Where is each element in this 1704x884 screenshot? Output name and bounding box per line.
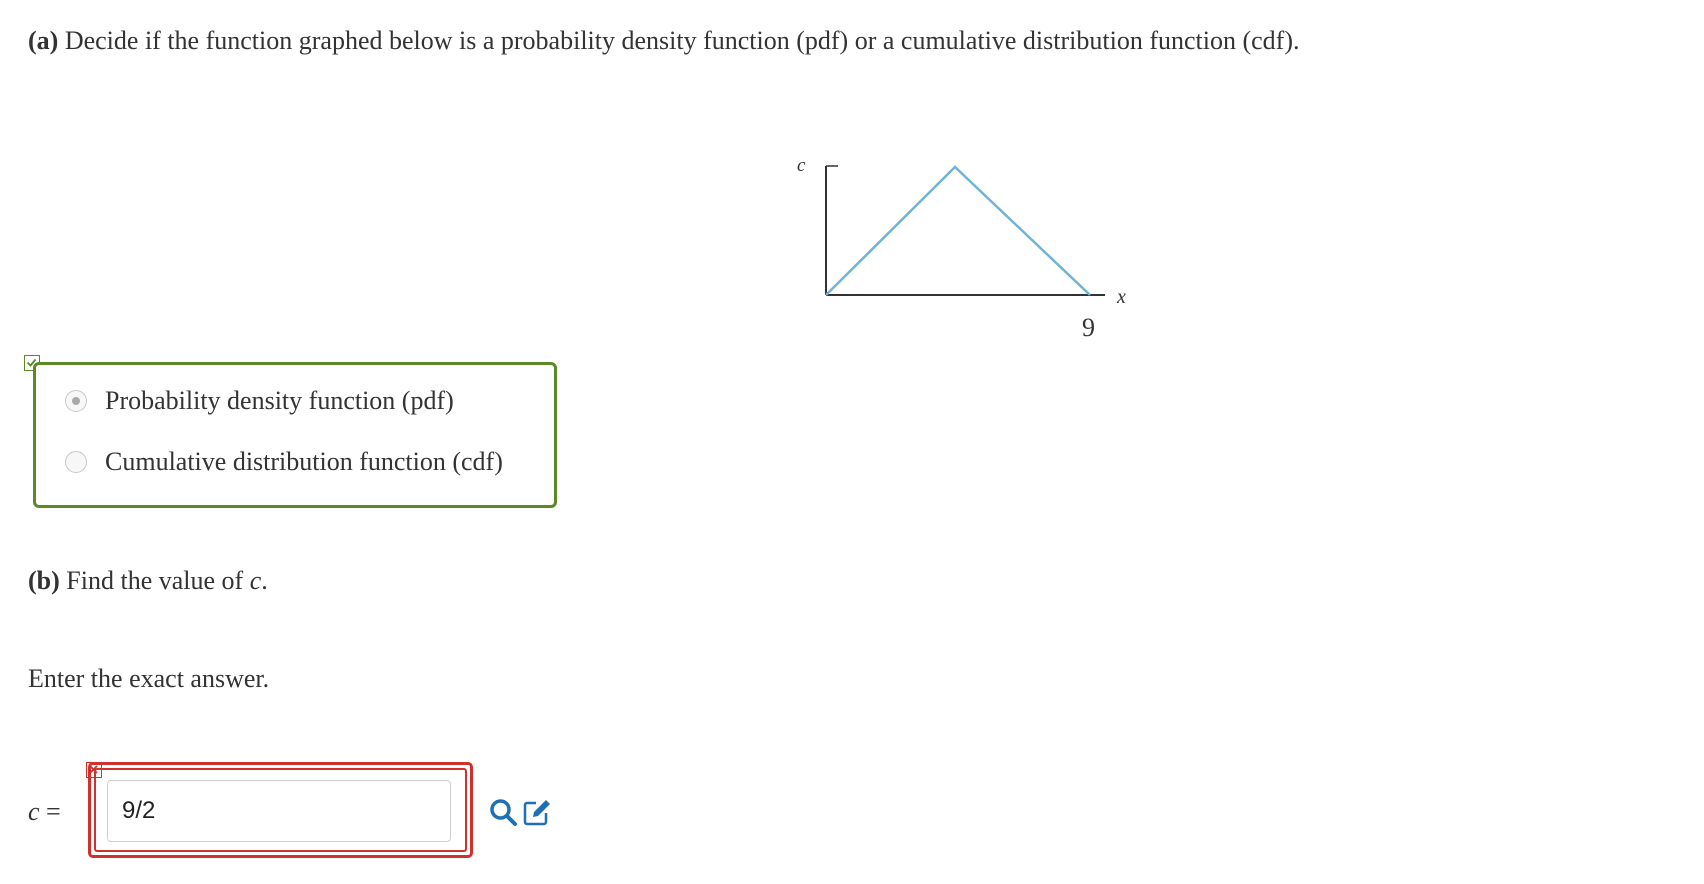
question-b-prefix: (b)	[28, 566, 60, 595]
answer-label-eq: =	[39, 797, 61, 826]
answer-choice-group: Probability density function (pdf) Cumul…	[33, 362, 557, 508]
x-axis-label: x	[1116, 286, 1126, 308]
option-cdf[interactable]: Cumulative distribution function (cdf)	[65, 447, 503, 477]
radio-cdf[interactable]	[65, 451, 87, 473]
radio-pdf[interactable]	[65, 390, 87, 412]
question-a: (a) Decide if the function graphed below…	[28, 26, 1300, 56]
question-b-end: .	[261, 566, 268, 595]
magnify-search-icon[interactable]	[488, 797, 518, 827]
question-a-prefix: (a)	[28, 26, 59, 55]
question-b-var: c	[249, 566, 262, 595]
option-cdf-label: Cumulative distribution function (cdf)	[105, 447, 503, 476]
answer-label-var: c	[28, 797, 40, 826]
question-b: (b) Find the value of c.	[28, 566, 268, 596]
answer-label: c =	[28, 797, 61, 827]
edit-pencil-icon[interactable]	[522, 797, 552, 827]
y-label-c: c	[797, 155, 806, 176]
instruction-text: Enter the exact answer.	[28, 664, 270, 693]
question-a-text: Decide if the function graphed below is …	[58, 26, 1300, 55]
option-pdf-label: Probability density function (pdf)	[105, 386, 454, 415]
answer-input[interactable]	[107, 780, 451, 842]
graph-svg: c x 9	[797, 155, 1126, 342]
triangle-line	[825, 165, 1091, 296]
question-b-text: Find the value of	[59, 566, 250, 595]
option-pdf[interactable]: Probability density function (pdf)	[65, 386, 454, 416]
x-tick-label-9: 9	[1082, 313, 1095, 342]
function-graph: c x 9	[780, 140, 1160, 350]
